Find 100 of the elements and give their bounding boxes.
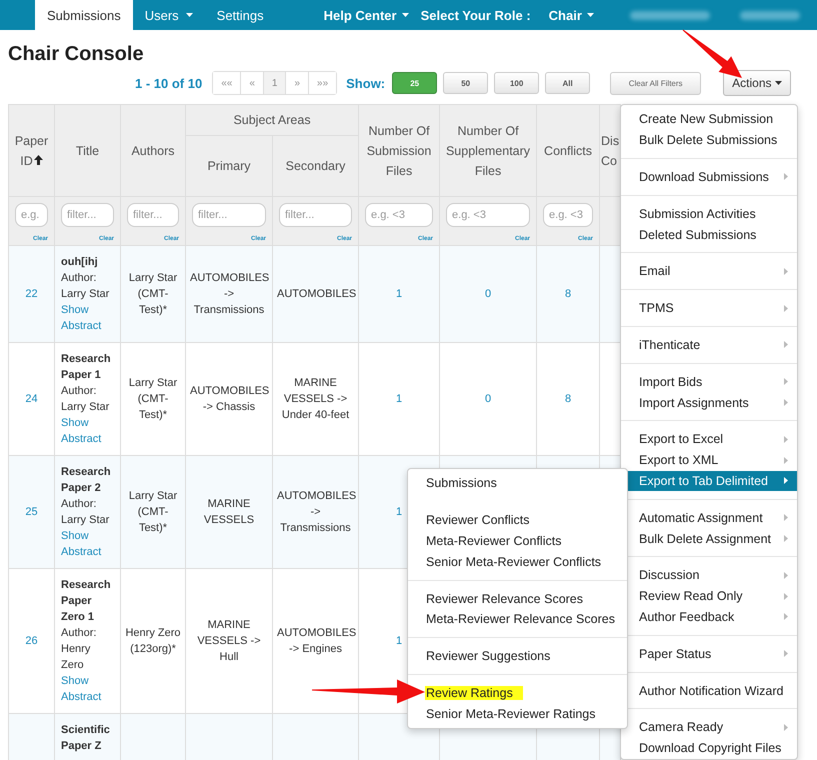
table-cell: AUTOMOBILES -> Engines	[277, 627, 356, 655]
page-size-button[interactable]: All	[545, 72, 590, 94]
submenu-arrow-icon	[784, 724, 788, 731]
table-link[interactable]: 8	[564, 393, 572, 405]
nav-tab[interactable]: Submissions	[35, 0, 133, 30]
clear-filters-button[interactable]: Clear All Filters	[610, 72, 702, 94]
submenu-arrow-icon	[784, 535, 788, 542]
column-header[interactable]: Conflicts	[536, 104, 600, 196]
menu-item[interactable]: iThenticate	[621, 334, 797, 356]
menu-item[interactable]: Download Submissions	[621, 166, 797, 188]
sort-ascending-icon	[34, 154, 43, 164]
submenu-arrow-icon	[784, 477, 788, 484]
table-link[interactable]: 1	[396, 393, 402, 405]
author-label: Author:	[61, 497, 98, 512]
menu-item[interactable]: Email	[621, 260, 797, 282]
paper-title: ouh[ihj	[61, 255, 99, 270]
column-header[interactable]: Dis Co	[600, 104, 621, 196]
role-label: Select Your Role :	[420, 6, 532, 24]
menu-item[interactable]: Create New Submission	[621, 109, 797, 130]
author-name: Larry Star	[61, 400, 110, 415]
table-link[interactable]: 8	[564, 288, 572, 300]
table-link[interactable]: 1	[396, 506, 402, 518]
table-cell: AUTOMOBILES -> Transmissions	[277, 490, 356, 534]
submenu-arrow-icon	[784, 173, 788, 180]
table-cell: MARINE VESSELS -> Hull	[197, 619, 261, 663]
author-name: Larry Star	[61, 513, 110, 528]
show-abstract-link[interactable]: Show Abstract	[61, 528, 116, 560]
nav-tab[interactable]: Users	[132, 0, 205, 30]
author-label: Author:	[61, 384, 98, 399]
page-title: Chair Console	[8, 43, 145, 66]
table-cell: Larry Star (CMT-Test)*	[128, 490, 178, 534]
highlighted-label: Review Ratings	[425, 686, 523, 700]
menu-item[interactable]: Import Bids	[621, 371, 797, 392]
table-link[interactable]: 22	[25, 288, 38, 300]
table-link[interactable]: 1	[396, 635, 402, 647]
submenu-arrow-icon	[784, 572, 788, 579]
caret-icon	[774, 81, 782, 85]
table-link[interactable]: 1	[396, 288, 402, 300]
help-center-menu[interactable]: Help Center	[318, 0, 415, 30]
author-name: Larry Star	[61, 287, 110, 302]
submenu-arrow-icon	[784, 514, 788, 522]
submenu-arrow-icon	[784, 304, 788, 312]
column-header[interactable]: Number Of Submission Files	[358, 104, 440, 196]
table-cell: MARINE VESSELS -> Under 40-feet	[282, 377, 350, 421]
table-link[interactable]: 24	[25, 393, 38, 405]
menu-item[interactable]: Bulk Delete Submissions	[621, 130, 797, 151]
menu-item[interactable]: TPMS	[621, 298, 797, 319]
table-link[interactable]: 26	[25, 635, 38, 647]
page-size-button[interactable]: 50	[443, 72, 488, 94]
show-abstract-link[interactable]: Show Abstract	[61, 415, 116, 447]
table-cell: AUTOMOBILES	[277, 288, 356, 300]
annotation-arrow	[682, 30, 742, 78]
filter-input[interactable]: filter...	[61, 203, 114, 227]
table-cell: AUTOMOBILES -> Transmissions	[190, 272, 270, 316]
menu-item[interactable]: Export to XML	[621, 450, 797, 471]
submenu-arrow-icon	[784, 436, 788, 443]
submenu-arrow-icon	[784, 268, 788, 275]
column-header[interactable]: Primary	[186, 136, 272, 196]
filter-input[interactable]: e.g.	[15, 203, 48, 227]
table-cell: MARINE VESSELS	[204, 498, 254, 526]
filter-input[interactable]: e.g. <3	[446, 203, 530, 227]
submenu-arrow-icon	[784, 613, 788, 620]
table-link[interactable]: 0	[484, 393, 492, 405]
filter-input[interactable]: filter...	[192, 203, 266, 227]
filter-input[interactable]: filter...	[279, 203, 352, 227]
table-cell: AUTOMOBILES -> Chassis	[190, 385, 270, 413]
submenu-arrow-icon	[784, 399, 788, 406]
column-header[interactable]: Number Of Supplementary Files	[440, 104, 537, 196]
show-abstract-link[interactable]: Show Abstract	[61, 302, 116, 334]
filter-input[interactable]: filter...	[127, 203, 179, 227]
author-label: Author:	[61, 626, 98, 641]
nav-tab[interactable]: Settings	[204, 0, 276, 30]
column-header[interactable]: Title	[54, 104, 120, 196]
page-size-button[interactable]: 100	[494, 72, 540, 94]
column-header[interactable]: Secondary	[272, 136, 359, 196]
caret-icon	[186, 13, 193, 17]
table-cell: Larry Star (CMT-Test)*	[128, 272, 178, 316]
menu-item[interactable]: Download Copyright Files	[621, 738, 797, 759]
show-abstract-link[interactable]: Show Abstract	[61, 673, 116, 705]
paper-title: Research Paper 1	[61, 352, 112, 383]
role-dropdown[interactable]: Chair	[542, 0, 600, 30]
column-header[interactable]: Authors	[120, 104, 186, 196]
submenu-arrow-icon	[784, 378, 788, 386]
menu-item[interactable]: Export to Excel	[621, 428, 797, 450]
filter-input[interactable]: e.g. <3	[365, 203, 434, 227]
actions-button[interactable]: Actions	[723, 70, 790, 96]
filter-input[interactable]: e.g. <3	[543, 203, 594, 227]
menu-item[interactable]: Deleted Submissions	[621, 224, 797, 245]
submenu-arrow-icon	[784, 456, 788, 464]
show-label: Show:	[346, 76, 386, 90]
paper-title: Research Paper 2	[61, 465, 112, 496]
column-header[interactable]: Paper ID	[8, 104, 54, 196]
submenu-arrow-icon	[784, 650, 788, 658]
table-cell: Larry Star (CMT-Test)*	[128, 377, 178, 421]
caret-icon	[586, 13, 594, 17]
table-link[interactable]: 0	[484, 288, 492, 300]
table-link[interactable]: 25	[25, 506, 38, 518]
menu-item[interactable]: Submission Activities	[621, 203, 797, 224]
menu-item[interactable]: Import Assignments	[621, 392, 797, 413]
paper-title: Research Paper Zero 1	[61, 578, 112, 625]
